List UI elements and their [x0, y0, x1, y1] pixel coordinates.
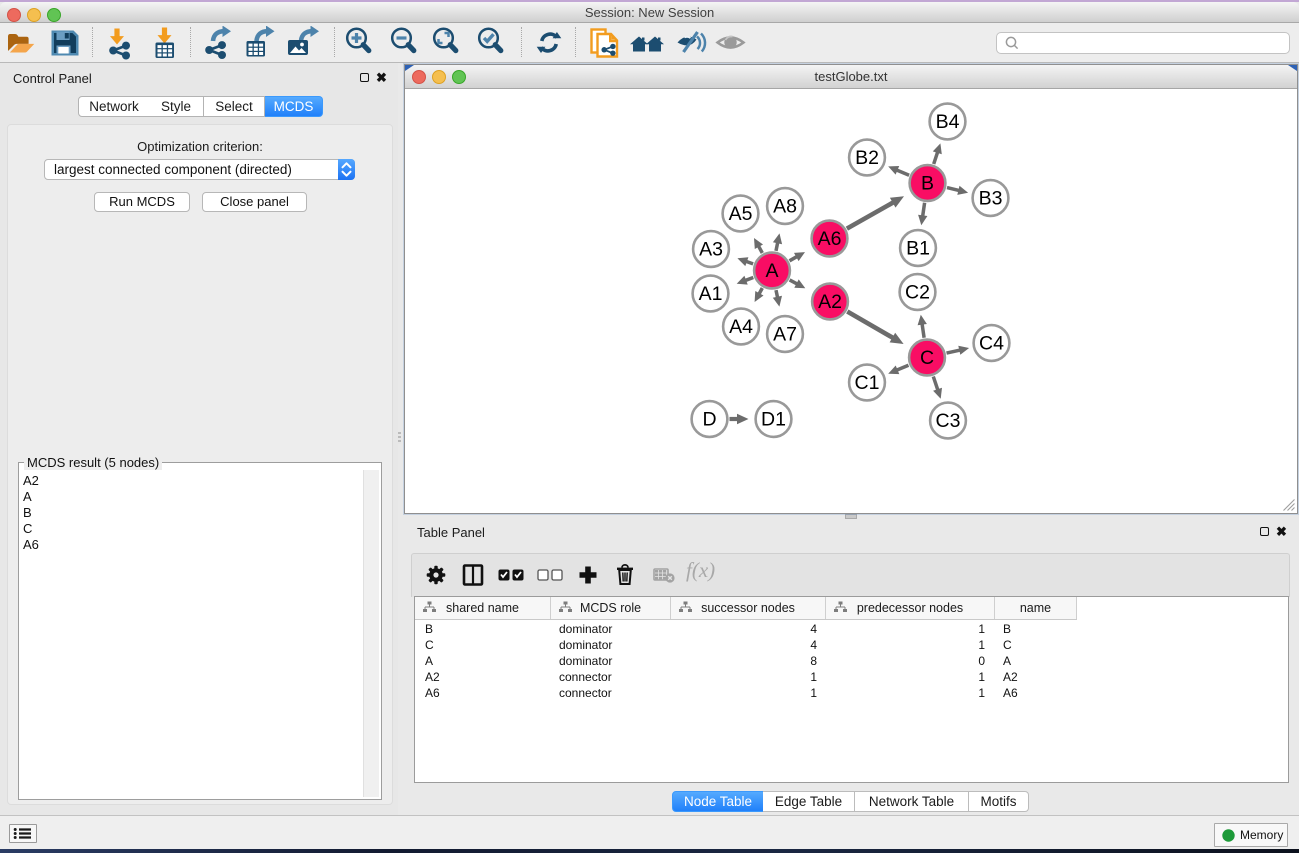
svg-text:B2: B2 — [855, 147, 879, 169]
svg-text:A: A — [765, 260, 778, 282]
svg-text:A2: A2 — [818, 291, 842, 313]
svg-text:B3: B3 — [979, 188, 1003, 210]
svg-text:C3: C3 — [936, 410, 961, 432]
svg-text:A8: A8 — [773, 196, 797, 218]
svg-text:B: B — [921, 173, 934, 195]
svg-text:A5: A5 — [729, 203, 753, 225]
svg-text:A3: A3 — [699, 239, 723, 261]
svg-text:B1: B1 — [906, 238, 930, 260]
svg-text:C1: C1 — [855, 372, 880, 394]
svg-text:A4: A4 — [729, 316, 753, 338]
svg-text:C: C — [920, 347, 934, 369]
svg-text:D: D — [702, 409, 716, 431]
svg-text:A1: A1 — [699, 283, 723, 305]
svg-text:D1: D1 — [761, 409, 786, 431]
svg-text:A6: A6 — [818, 228, 842, 250]
svg-text:A7: A7 — [773, 324, 797, 346]
svg-text:C4: C4 — [979, 333, 1004, 355]
svg-text:C2: C2 — [905, 282, 930, 304]
svg-text:B4: B4 — [936, 111, 960, 133]
